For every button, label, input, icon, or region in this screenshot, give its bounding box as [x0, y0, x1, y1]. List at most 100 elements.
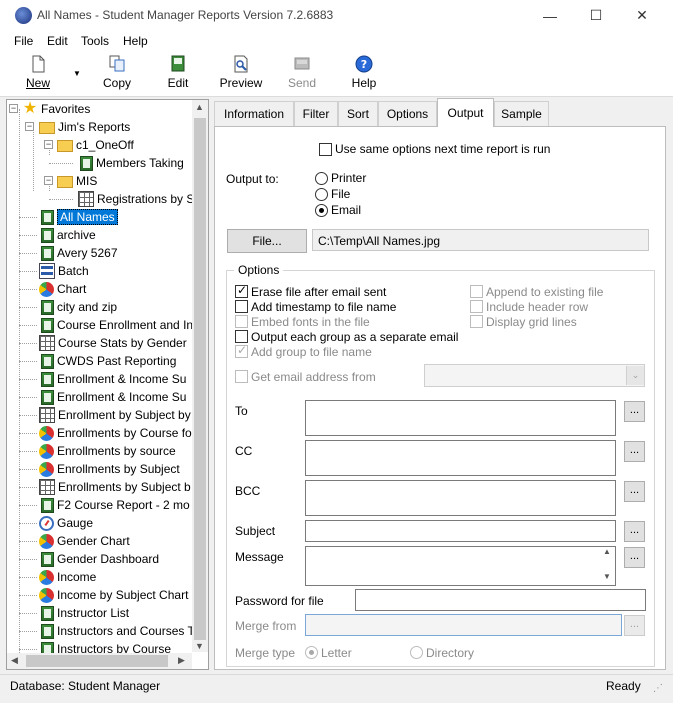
tree-item[interactable]: Course Stats by Gender	[39, 334, 187, 352]
merge-from-field[interactable]	[305, 614, 622, 636]
to-field[interactable]	[305, 400, 616, 436]
file-path-field[interactable]: C:\Temp\All Names.jpg	[312, 229, 649, 251]
tree-horizontal-scroll-thumb[interactable]	[26, 655, 168, 667]
message-picker-button[interactable]: ...	[624, 547, 645, 568]
tree-item[interactable]: city and zip	[39, 298, 117, 316]
send-button[interactable]: Send	[287, 55, 317, 93]
tab-options[interactable]: Options	[378, 101, 437, 126]
add-timestamp-checkbox[interactable]	[235, 300, 248, 313]
to-picker-button[interactable]: ...	[624, 401, 645, 422]
message-scrollbar[interactable]: ▲ ▼	[599, 547, 615, 585]
subject-picker-button[interactable]: ...	[624, 521, 645, 542]
menu-help[interactable]: Help	[123, 34, 148, 48]
scroll-right-icon[interactable]: ▶	[178, 655, 185, 666]
tree-item[interactable]: Instructor List	[39, 604, 129, 622]
menu-tools[interactable]: Tools	[81, 34, 109, 48]
tree-item[interactable]: Enrollments by Subject	[39, 460, 180, 478]
tab-sort[interactable]: Sort	[338, 101, 378, 126]
minimize-button[interactable]: —	[527, 0, 573, 31]
scroll-up-icon[interactable]: ▲	[195, 102, 204, 112]
scroll-down-icon[interactable]: ▼	[599, 572, 615, 581]
bcc-picker-button[interactable]: ...	[624, 481, 645, 502]
menu-bar: File Edit Tools Help	[0, 31, 673, 51]
output-each-group-checkbox[interactable]	[235, 330, 248, 343]
menu-edit[interactable]: Edit	[47, 34, 68, 48]
merge-type-label: Merge type	[235, 646, 296, 660]
tree-vertical-scroll-thumb[interactable]	[194, 118, 206, 640]
letter-radio[interactable]	[305, 646, 318, 659]
append-existing-checkbox[interactable]	[470, 285, 483, 298]
tree-item[interactable]: Enrollment & Income Su	[39, 370, 186, 388]
mis-expander[interactable]: −	[44, 176, 53, 185]
same-options-checkbox[interactable]	[319, 143, 332, 156]
tree-item[interactable]: Instructors and Courses T	[39, 622, 195, 640]
get-email-dropdown[interactable]	[424, 364, 645, 387]
tree-item[interactable]: Enrollments by Subject b	[39, 478, 191, 496]
embed-fonts-checkbox[interactable]	[235, 315, 248, 328]
edit-button[interactable]: Edit	[164, 55, 192, 93]
new-button[interactable]: New	[22, 55, 54, 93]
merge-from-picker-button[interactable]: ...	[624, 615, 645, 636]
tree-item-mis[interactable]: MIS	[57, 172, 97, 190]
tree-item-members-taking[interactable]: Members Taking	[78, 154, 184, 172]
scroll-left-icon[interactable]: ◀	[11, 655, 18, 666]
scroll-down-icon[interactable]: ▼	[195, 641, 204, 651]
dropdown-arrow-icon[interactable]: ⌄	[626, 366, 644, 385]
tree-item[interactable]: Chart	[39, 280, 86, 298]
maximize-button[interactable]: ☐	[573, 0, 619, 31]
message-field[interactable]	[305, 546, 616, 586]
tree-item[interactable]: archive	[39, 226, 96, 244]
cc-picker-button[interactable]: ...	[624, 441, 645, 462]
tree-item[interactable]: Enrollments by source	[39, 442, 176, 460]
tab-sample[interactable]: Sample	[494, 101, 549, 126]
directory-radio[interactable]	[410, 646, 423, 659]
menu-file[interactable]: File	[14, 34, 33, 48]
display-grid-checkbox[interactable]	[470, 315, 483, 328]
tree-item[interactable]: CWDS Past Reporting	[39, 352, 176, 370]
tree-item-jims-reports[interactable]: Jim's Reports	[39, 118, 130, 136]
favorites-expander[interactable]: −	[9, 104, 18, 113]
preview-button[interactable]: Preview	[219, 55, 263, 93]
cc-field[interactable]	[305, 440, 616, 476]
tree-item[interactable]: Enrollments by Course fo	[39, 424, 192, 442]
tree-item[interactable]: Enrollment by Subject by	[39, 406, 191, 424]
tree-item[interactable]: Avery 5267	[39, 244, 118, 262]
tree-item[interactable]: Batch	[39, 262, 89, 280]
subject-field[interactable]	[305, 520, 616, 542]
report-tree[interactable]: − ★ Favorites − Jim's Reports − c1_OneOf…	[6, 99, 209, 670]
scroll-up-icon[interactable]: ▲	[599, 547, 615, 556]
copy-button[interactable]: Copy	[100, 55, 134, 93]
jims-reports-expander[interactable]: −	[25, 122, 34, 131]
password-field[interactable]	[355, 589, 646, 611]
file-browse-button[interactable]: File...	[227, 229, 307, 253]
resize-grip-icon[interactable]: ⋰	[653, 683, 663, 694]
help-button[interactable]: ? Help	[350, 55, 378, 93]
close-button[interactable]: ✕	[619, 0, 665, 31]
tab-information[interactable]: Information	[214, 101, 294, 126]
file-radio[interactable]	[315, 188, 328, 201]
tree-item-c1-oneoff[interactable]: c1_OneOff	[57, 136, 134, 154]
tab-filter[interactable]: Filter	[294, 101, 338, 126]
tree-item[interactable]: F2 Course Report - 2 mo	[39, 496, 190, 514]
tree-item[interactable]: Enrollment & Income Su	[39, 388, 186, 406]
tab-output[interactable]: Output	[437, 98, 494, 127]
title-bar[interactable]: All Names - Student Manager Reports Vers…	[0, 0, 673, 31]
printer-radio[interactable]	[315, 172, 328, 185]
bcc-field[interactable]	[305, 480, 616, 516]
c1-oneoff-expander[interactable]: −	[44, 140, 53, 149]
include-header-checkbox[interactable]	[470, 300, 483, 313]
add-group-checkbox[interactable]	[235, 343, 248, 358]
tree-item[interactable]: Course Enrollment and In	[39, 316, 193, 334]
get-email-checkbox[interactable]	[235, 370, 248, 383]
email-radio[interactable]	[315, 204, 328, 217]
erase-file-checkbox[interactable]	[235, 283, 248, 298]
new-dropdown-icon[interactable]: ▼	[73, 69, 81, 78]
tree-item[interactable]: Income	[39, 568, 96, 586]
tree-item[interactable]: Income by Subject Chart	[39, 586, 188, 604]
tree-item-registrations[interactable]: Registrations by S	[78, 190, 194, 208]
tree-item[interactable]: Gender Dashboard	[39, 550, 159, 568]
tree-item[interactable]: Gender Chart	[39, 532, 130, 550]
tree-item-favorites[interactable]: ★ Favorites	[22, 100, 91, 118]
tree-item[interactable]: Gauge	[39, 514, 93, 532]
tree-item[interactable]: All Names	[39, 208, 118, 226]
